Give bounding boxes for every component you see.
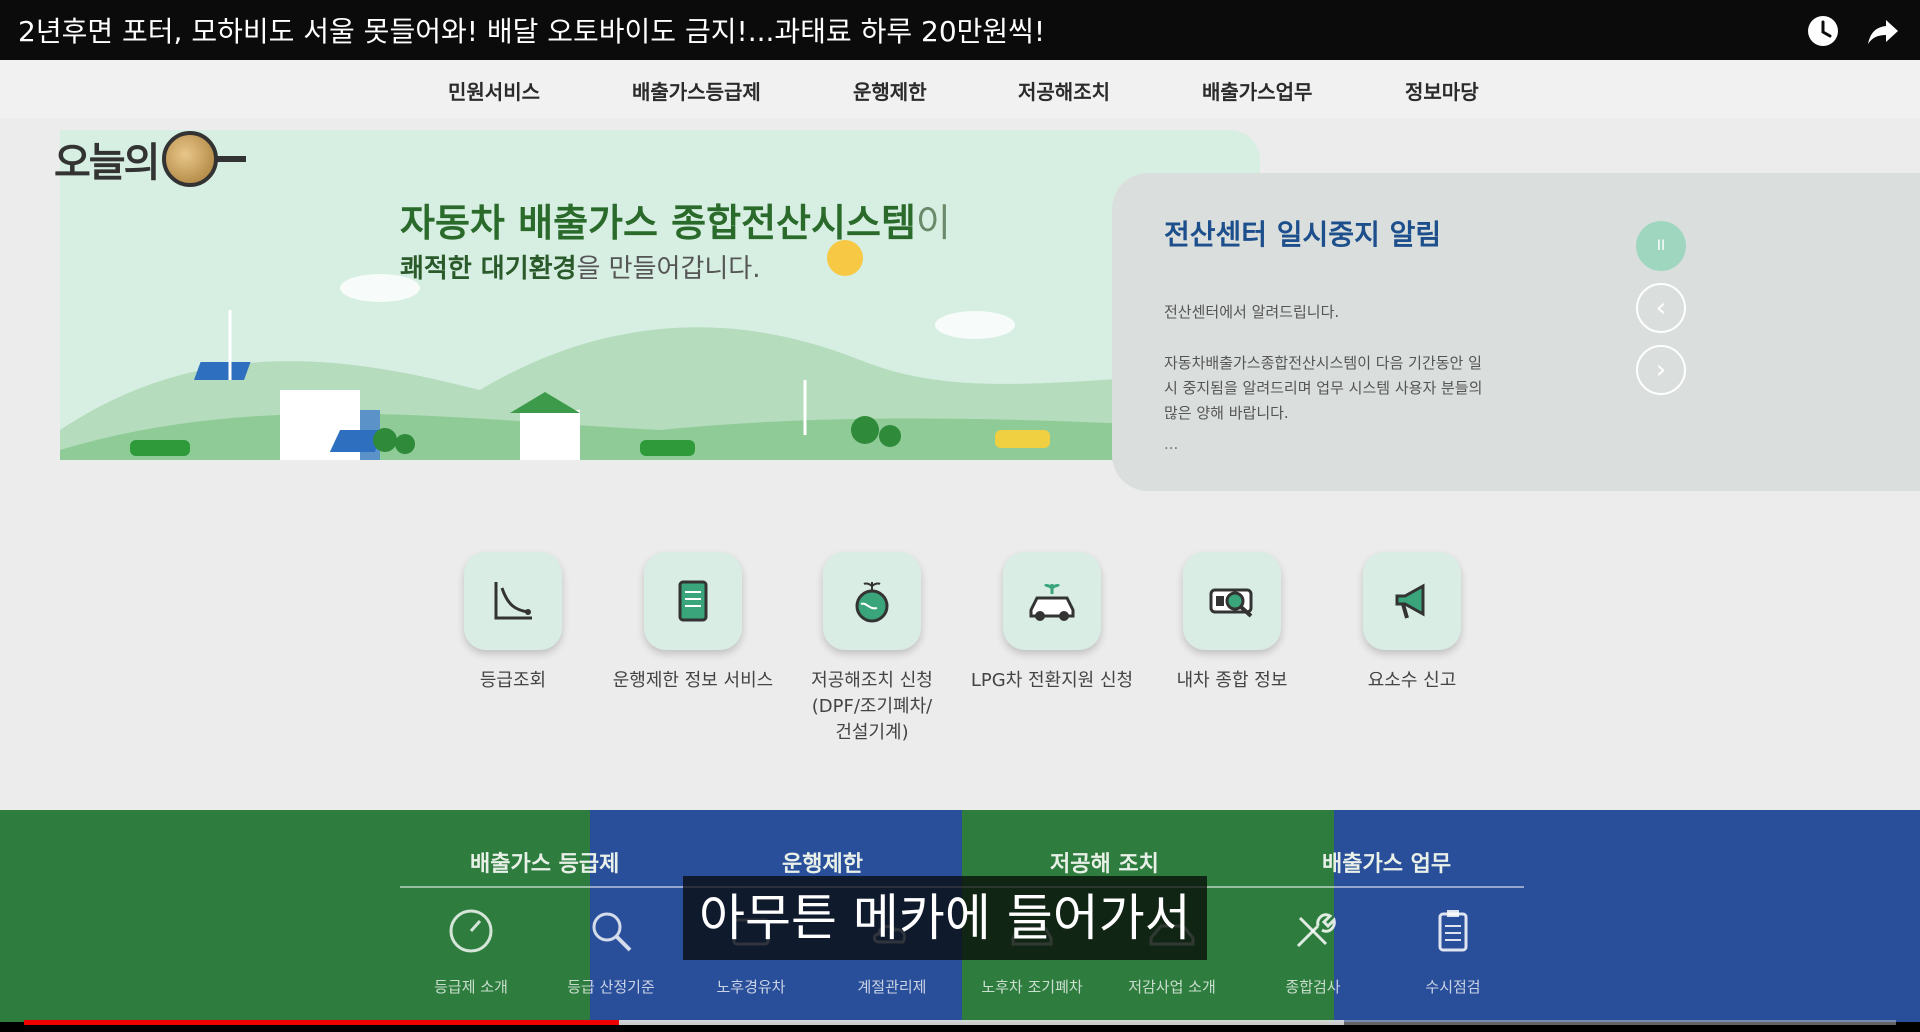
nav-emission-work[interactable]: 배출가스업무	[1202, 76, 1312, 105]
hero-subline-rest: 을 만들어갑니다.	[576, 254, 761, 284]
logo-coin-icon	[162, 131, 219, 187]
logo-text: 오늘의	[54, 140, 160, 186]
car-inspect-icon	[1209, 588, 1253, 618]
eco-car-icon	[1029, 584, 1075, 621]
video-progress-bar[interactable]	[24, 1020, 1896, 1025]
nav-info[interactable]: 정보마당	[1405, 76, 1479, 105]
service-label: 저공해조치 신청 (DPF/조기폐차/ 건설기계)	[811, 670, 933, 743]
service-lpg-conversion[interactable]: LPG차 전환지원 신청	[962, 552, 1142, 694]
notice-panel: 전산센터 일시중지 알림 전산센터에서 알려드립니다. 자동차배출가스종합전산시…	[1112, 173, 1920, 491]
nav-operation-limit[interactable]: 운행제한	[853, 76, 927, 105]
megaphone-icon	[1395, 583, 1425, 619]
main-nav: 민원서비스 배출가스등급제 운행제한 저공해조치 배출가스업무 정보마당	[0, 60, 1920, 118]
watch-later-icon[interactable]	[1806, 14, 1840, 48]
item-grade-intro[interactable]: 등급제 소개	[401, 906, 541, 997]
service-label: 요소수 신고	[1367, 670, 1457, 691]
item-grade-criteria[interactable]: 등급 산정기준	[541, 906, 681, 997]
clipboard-icon	[1438, 910, 1468, 952]
video-caption: 아무튼 메카에 들어가서	[683, 876, 1207, 960]
item-spot-check[interactable]: 수시점검	[1383, 906, 1523, 997]
globe-plant-icon	[855, 582, 889, 623]
pause-button[interactable]: II	[1636, 221, 1686, 271]
item-general-inspection[interactable]: 종합검사	[1243, 906, 1383, 997]
notice-title[interactable]: 전산센터 일시중지 알림	[1164, 213, 1441, 253]
tab-low-emission[interactable]: 저공해 조치	[1050, 846, 1159, 878]
nav-civil-service[interactable]: 민원서비스	[448, 76, 540, 105]
service-label: 운행제한 정보 서비스	[612, 670, 774, 691]
item-label: 계절관리제	[857, 978, 927, 996]
item-label: 수시점검	[1425, 978, 1481, 996]
tab-operation-limit[interactable]: 운행제한	[782, 846, 863, 878]
hero-headline-suffix: 이	[915, 201, 951, 245]
item-label: 저감사업 소개	[1128, 978, 1216, 996]
hero-subline-bold: 쾌적한 대기환경	[400, 254, 577, 284]
hero-headline: 자동차 배출가스 종합전산시스템이	[400, 192, 951, 247]
video-title[interactable]: 2년후면 포터, 모하비도 서울 못들어와! 배달 오토바이도 금지!...과태…	[18, 10, 1045, 50]
nav-emission-grade[interactable]: 배출가스등급제	[632, 76, 761, 105]
service-my-car-info[interactable]: 내차 종합 정보	[1142, 552, 1322, 694]
next-button[interactable]: ›	[1636, 345, 1686, 395]
notice-paragraph-2: 자동차배출가스종합전산시스템이 다음 기간동안 일시 중지됨을 알려드리며 업무…	[1164, 354, 1483, 422]
item-label: 등급제 소개	[434, 978, 508, 996]
prev-button[interactable]: ‹	[1636, 283, 1686, 333]
nav-low-emission[interactable]: 저공해조치	[1018, 76, 1110, 105]
hero-subline: 쾌적한 대기환경을 만들어갑니다.	[400, 248, 760, 285]
service-label: 등급조회	[479, 670, 547, 691]
tools-icon	[1296, 913, 1336, 948]
progress-played	[24, 1020, 620, 1025]
gauge-icon	[449, 909, 493, 953]
service-urea-report[interactable]: 요소수 신고	[1322, 552, 1502, 694]
channel-logo: 오늘의	[54, 130, 247, 188]
item-label: 노후차 조기폐차	[981, 978, 1083, 996]
tablet-document-icon	[678, 580, 708, 622]
notice-paragraph-1: 전산센터에서 알려드립니다.	[1164, 303, 1340, 321]
tab-emission-work[interactable]: 배출가스 업무	[1322, 846, 1451, 878]
notice-ellipsis: ...	[1164, 435, 1179, 453]
hero-headline-main: 자동차 배출가스 종합전산시스템	[400, 201, 916, 245]
item-label: 노후경유차	[716, 978, 786, 996]
video-title-bar: 2년후면 포터, 모하비도 서울 못들어와! 배달 오토바이도 금지!...과태…	[0, 0, 1920, 60]
magnifier-icon	[592, 912, 632, 952]
service-label: 내차 종합 정보	[1176, 670, 1288, 691]
chart-icon	[494, 582, 532, 620]
share-icon[interactable]	[1866, 14, 1900, 48]
service-grade-lookup[interactable]: 등급조회	[423, 552, 603, 694]
tab-emission-grade[interactable]: 배출가스 등급제	[470, 846, 619, 878]
logo-bar	[216, 156, 247, 162]
item-label: 종합검사	[1285, 978, 1341, 996]
item-label: 등급 산정기준	[567, 978, 655, 996]
service-operation-limit-info[interactable]: 운행제한 정보 서비스	[603, 552, 783, 694]
service-low-emission-apply[interactable]: 저공해조치 신청 (DPF/조기폐차/ 건설기계)	[782, 552, 962, 746]
service-label: LPG차 전환지원 신청	[970, 670, 1134, 691]
